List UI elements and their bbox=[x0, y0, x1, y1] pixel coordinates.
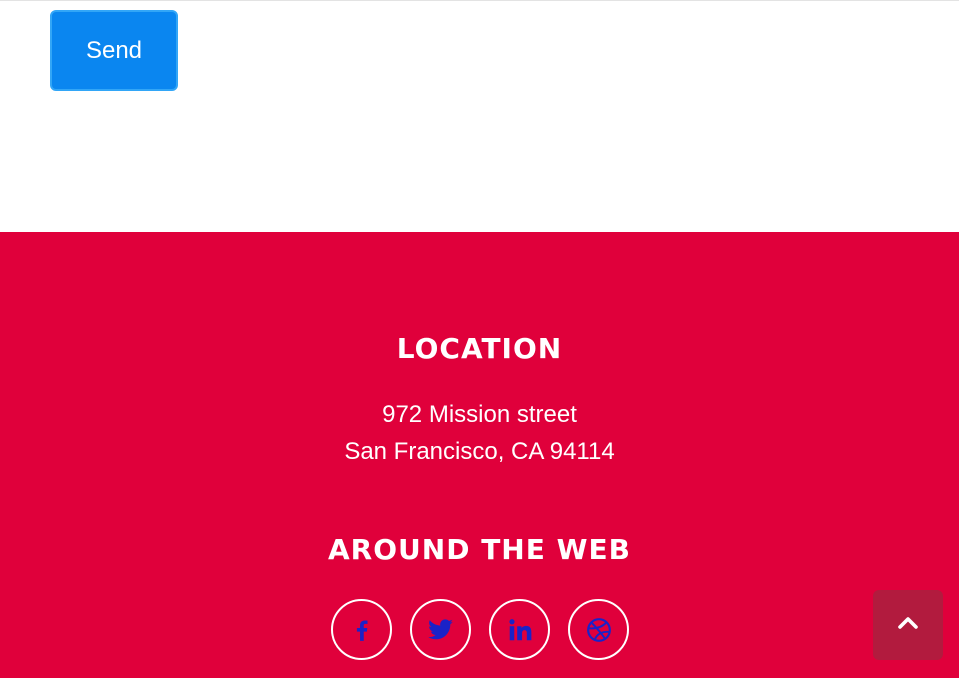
address-street: 972 Mission street bbox=[382, 401, 577, 428]
facebook-icon bbox=[349, 617, 375, 643]
linkedin-icon bbox=[507, 617, 533, 643]
dribbble-link[interactable] bbox=[568, 599, 629, 660]
scroll-to-top-button[interactable] bbox=[873, 590, 943, 660]
send-button[interactable]: Send bbox=[50, 10, 178, 91]
footer: LOCATION 972 Mission street San Francisc… bbox=[0, 232, 959, 678]
facebook-link[interactable] bbox=[331, 599, 392, 660]
twitter-link[interactable] bbox=[410, 599, 471, 660]
address-city: San Francisco, CA 94114 bbox=[344, 438, 615, 465]
linkedin-link[interactable] bbox=[489, 599, 550, 660]
location-heading: LOCATION bbox=[396, 332, 563, 365]
twitter-icon bbox=[427, 616, 454, 643]
chevron-up-icon bbox=[896, 615, 920, 636]
dribbble-icon bbox=[586, 617, 612, 643]
around-the-web-heading: AROUND THE WEB bbox=[328, 533, 631, 566]
page: Send LOCATION 972 Mission street San Fra… bbox=[0, 0, 959, 678]
divider bbox=[0, 0, 959, 1]
contact-form-area: Send bbox=[0, 0, 959, 232]
